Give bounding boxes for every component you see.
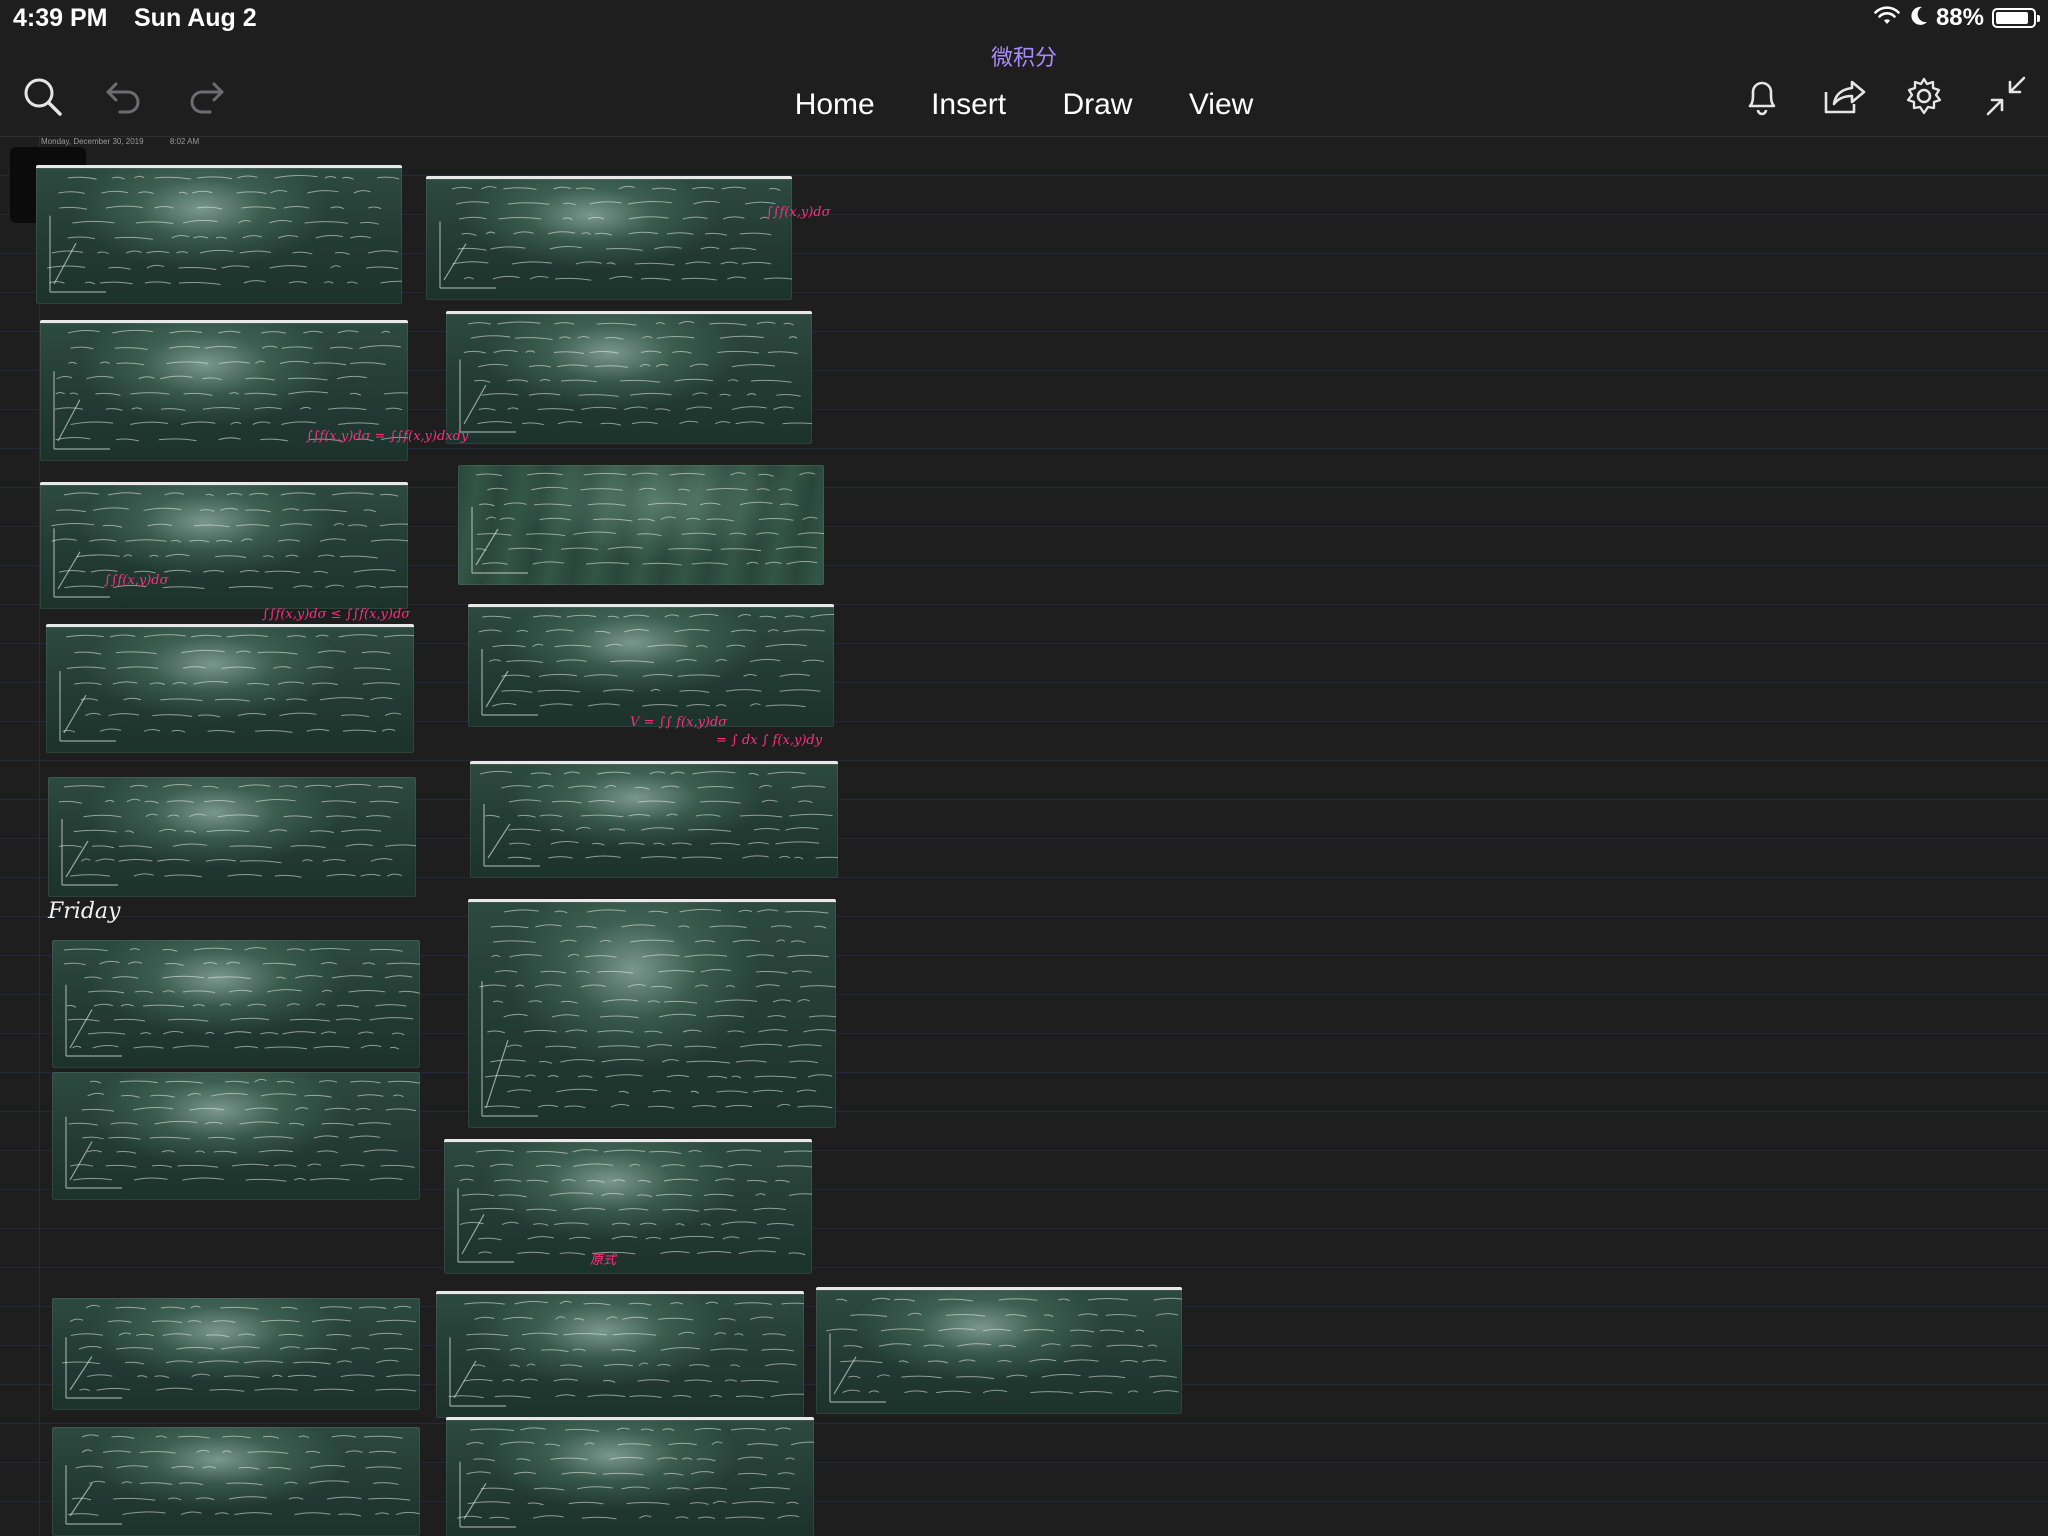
chalkboard-photo[interactable]	[40, 482, 408, 609]
ink-annotation: V = ∫∫ f(x,y)dσ	[630, 715, 728, 730]
gear-icon[interactable]	[1900, 72, 1948, 120]
page-time: 8:02 AM	[169, 137, 200, 146]
share-icon[interactable]	[1820, 72, 1868, 120]
chalkboard-photo[interactable]	[458, 465, 824, 585]
handwritten-label: Friday	[48, 899, 121, 924]
ink-annotation: 原式	[590, 1253, 617, 1268]
collapse-icon[interactable]	[1982, 72, 2030, 120]
ink-annotation: ∫∫f(x,y)dσ	[104, 573, 169, 588]
status-date: Sun Aug 2	[134, 4, 257, 32]
chalk-writing	[478, 613, 834, 716]
chalkboard-photo[interactable]	[52, 1072, 420, 1200]
chalkboard-photo[interactable]	[52, 1427, 420, 1536]
ink-annotation: ∫∫f(x,y)dσ = ∫∫f(x,y)dxdy	[306, 429, 469, 444]
chalk-writing	[459, 321, 812, 433]
chalk-writing	[471, 472, 824, 574]
chalk-writing	[65, 1078, 420, 1189]
bell-icon[interactable]	[1738, 72, 1786, 120]
chalkboard-photo[interactable]	[444, 1139, 812, 1274]
chalk-writing	[58, 783, 416, 886]
moon-icon	[1908, 5, 1928, 32]
chalk-writing	[479, 909, 836, 1117]
chalkboard-photo[interactable]	[470, 761, 838, 878]
chalk-writing	[63, 947, 420, 1057]
status-right: 88%	[1874, 4, 2040, 32]
chalkboard-photo[interactable]	[36, 165, 402, 304]
toolbar: Home Insert Draw View	[0, 64, 2048, 137]
chalk-writing	[448, 1300, 804, 1407]
chalkboard-photo[interactable]	[426, 176, 792, 300]
chalk-writing	[826, 1297, 1182, 1403]
chalkboard-photo[interactable]	[446, 1417, 814, 1536]
chalk-writing	[51, 492, 408, 598]
battery-percent: 88%	[1935, 4, 1984, 31]
chalkboard-photo[interactable]	[446, 311, 812, 444]
chalk-writing	[59, 634, 414, 742]
chalkboard-photo[interactable]	[46, 624, 414, 753]
status-time: 4:39 PM	[13, 4, 108, 32]
tab-home[interactable]: Home	[795, 88, 875, 122]
chalk-writing	[480, 770, 838, 867]
chalkboard-photo[interactable]	[48, 777, 416, 897]
chalkboard-photo[interactable]	[816, 1287, 1182, 1414]
chalk-writing	[47, 175, 402, 293]
ink-annotation: = ∫ dx ∫ f(x,y)dy	[716, 733, 823, 748]
tab-view[interactable]: View	[1189, 88, 1253, 122]
chalk-writing	[65, 1434, 420, 1525]
chalk-writing	[61, 1304, 420, 1399]
page-date: Monday, December 30, 2019	[41, 137, 144, 146]
chalkboard-photo[interactable]	[468, 604, 834, 727]
note-canvas[interactable]: Monday, December 30, 2019 8:02 AM Friday…	[0, 137, 2048, 1536]
battery-icon	[1992, 8, 2040, 28]
tab-draw[interactable]: Draw	[1062, 88, 1132, 122]
chalkboard-photo[interactable]	[52, 940, 420, 1068]
chalkboard-photo[interactable]	[436, 1291, 804, 1418]
chalkboard-photo[interactable]	[52, 1298, 420, 1410]
ink-annotation: ∫∫f(x,y)dσ ≤ ∫∫f(x,y)dσ	[262, 607, 411, 622]
status-bar: 4:39 PM Sun Aug 2 88%	[0, 0, 2048, 40]
chalk-writing	[457, 1427, 814, 1528]
chalk-writing	[439, 185, 792, 289]
ink-annotation: ∫∫f(x,y)dσ	[766, 205, 831, 220]
chalkboard-photo[interactable]	[468, 899, 836, 1128]
wifi-icon	[1874, 5, 1900, 32]
page-meta: Monday, December 30, 2019 8:02 AM	[41, 137, 223, 146]
tab-insert[interactable]: Insert	[931, 88, 1006, 122]
chalk-writing	[454, 1149, 812, 1263]
